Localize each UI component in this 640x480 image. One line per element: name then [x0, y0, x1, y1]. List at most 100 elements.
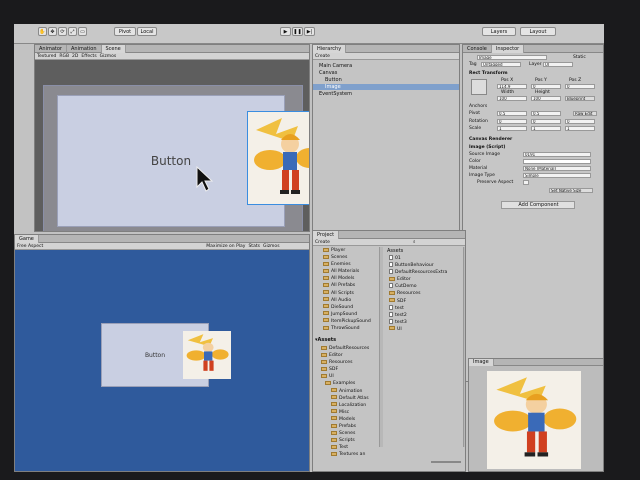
favorite-item[interactable]: All Models	[323, 275, 383, 282]
assets-scrollbar[interactable]	[463, 247, 465, 447]
favorite-item[interactable]: DieSound	[323, 304, 383, 311]
tree-item[interactable]: Textures an	[319, 451, 385, 458]
tree-item[interactable]: Scripts	[319, 437, 385, 444]
favorite-item[interactable]: All Scripts	[323, 290, 383, 297]
pivot-toggle[interactable]: Pivot	[114, 27, 136, 36]
favorite-item[interactable]: JumpSound	[323, 311, 383, 318]
zoom-slider[interactable]	[431, 461, 461, 463]
shading-dropdown[interactable]: Textured	[37, 53, 56, 59]
asset-item[interactable]: test	[389, 304, 463, 312]
hierarchy-item-main-camera[interactable]: Main Camera	[319, 63, 352, 69]
tab-game[interactable]: Game	[15, 235, 39, 243]
tab-console[interactable]: Console	[463, 45, 492, 53]
canvas-renderer-header[interactable]: Canvas Renderer	[469, 137, 512, 142]
preserve-aspect-checkbox[interactable]	[523, 180, 529, 185]
rotate-tool-icon[interactable]: ⟳	[58, 27, 67, 36]
scale-z-field[interactable]: 1	[565, 126, 595, 131]
hand-tool-icon[interactable]: ✋	[38, 27, 47, 36]
tab-project[interactable]: Project	[313, 231, 340, 239]
pause-icon[interactable]: ❚❚	[292, 27, 303, 36]
tree-item[interactable]: Editor	[319, 352, 385, 359]
rect-tool-icon[interactable]: ▭	[78, 27, 87, 36]
tree-item[interactable]: Examples	[319, 380, 385, 387]
2d-toggle[interactable]: 2D	[72, 53, 78, 59]
tree-item[interactable]: Prefabs	[319, 423, 385, 430]
asset-item[interactable]: test3	[389, 318, 463, 326]
rect-transform-header[interactable]: Rect Transform	[469, 71, 508, 76]
image-script-header[interactable]: Image (Script)	[469, 145, 505, 150]
hierarchy-create-button[interactable]: Create	[315, 53, 330, 59]
tree-item[interactable]: Default Atlas	[319, 395, 385, 402]
favorite-item[interactable]: All Materials	[323, 268, 383, 275]
favorite-item[interactable]: ItemPickupSound	[323, 318, 383, 325]
pivot-x-field[interactable]: 0.5	[497, 111, 527, 116]
tree-item[interactable]: SDF	[319, 366, 385, 373]
aspect-dropdown[interactable]: Free Aspect	[17, 243, 43, 249]
tree-item[interactable]: Resources	[319, 359, 385, 366]
asset-item[interactable]: ButtonBehaviour	[389, 262, 463, 269]
rot-y-field[interactable]: 0	[531, 119, 561, 124]
rot-z-field[interactable]: 0	[565, 119, 595, 124]
tab-hierarchy[interactable]: Hierarchy	[313, 45, 347, 53]
tree-item[interactable]: Test	[319, 444, 385, 451]
tree-item[interactable]: Animation	[319, 388, 385, 395]
stats-toggle[interactable]: Stats	[248, 243, 260, 249]
tab-scene[interactable]: Scene	[101, 45, 126, 53]
tag-dropdown[interactable]: Untagged	[481, 62, 521, 67]
step-icon[interactable]: ▶|	[304, 27, 315, 36]
favorite-item[interactable]: Enemies	[323, 261, 383, 268]
tree-item[interactable]: Models	[319, 416, 385, 423]
effects-dropdown[interactable]: Effects	[81, 53, 96, 59]
asset-item[interactable]: CutDemo	[389, 283, 463, 290]
tab-inspector[interactable]: Inspector	[491, 45, 525, 53]
tree-item[interactable]: Localization	[319, 402, 385, 409]
pos-y-field[interactable]: 0	[531, 84, 561, 89]
asset-item[interactable]: SDF	[389, 298, 463, 305]
play-icon[interactable]: ▶	[280, 27, 291, 36]
pivot-y-field[interactable]: 0.5	[531, 111, 561, 116]
material-field[interactable]: None (Material)	[523, 166, 591, 171]
layer-dropdown[interactable]: UI	[543, 62, 573, 67]
image-type-dropdown[interactable]: Simple	[523, 173, 591, 178]
object-name-field[interactable]: Image	[477, 55, 547, 60]
color-swatch[interactable]	[523, 159, 591, 164]
tree-item[interactable]: UI	[319, 373, 385, 380]
hierarchy-item-button[interactable]: Button	[325, 77, 342, 83]
favorite-item[interactable]: All Prefabs	[323, 282, 383, 289]
tree-item[interactable]: Scenes	[319, 430, 385, 437]
asset-item[interactable]: UI	[389, 326, 463, 333]
source-image-field[interactable]: 0191	[523, 152, 591, 157]
tree-scrollbar[interactable]	[379, 247, 383, 447]
asset-item[interactable]: DefaultResourcesExtra	[389, 269, 463, 276]
tab-animation[interactable]: Animation	[67, 45, 102, 53]
local-toggle[interactable]: Local	[137, 27, 157, 36]
pos-z-field[interactable]: 0	[565, 84, 595, 89]
hierarchy-item-eventsystem[interactable]: EventSystem	[319, 91, 352, 97]
gizmos-dropdown[interactable]: Gizmos	[100, 53, 117, 59]
rot-x-field[interactable]: 0	[497, 119, 527, 124]
width-field[interactable]: 100	[497, 96, 527, 101]
height-field[interactable]: 100	[531, 96, 561, 101]
scale-y-field[interactable]: 1	[531, 126, 561, 131]
project-search-icon[interactable]: ⌕	[413, 239, 416, 245]
blueprint-button[interactable]: Blueprint	[565, 96, 595, 101]
layout-dropdown[interactable]: Layout	[520, 27, 556, 36]
scale-x-field[interactable]: 1	[497, 126, 527, 131]
static-toggle[interactable]: Static	[573, 55, 586, 60]
asset-item[interactable]: test2	[389, 311, 463, 319]
favorite-item[interactable]: All Audio	[323, 297, 383, 304]
tab-preview[interactable]: Image	[469, 359, 494, 366]
anchor-preset-icon[interactable]	[471, 79, 487, 95]
pos-x-field[interactable]: 114.9	[497, 84, 527, 89]
set-native-size-button[interactable]: Set Native Size	[549, 188, 593, 193]
tab-animator[interactable]: Animator	[35, 45, 67, 53]
move-tool-icon[interactable]: ✥	[48, 27, 57, 36]
tree-item[interactable]: Misc	[319, 409, 385, 416]
maximize-on-play-toggle[interactable]: Maximize on Play	[206, 243, 245, 249]
scale-tool-icon[interactable]: ⤢	[68, 27, 77, 36]
asset-item[interactable]: Editor	[389, 276, 463, 283]
assets-root[interactable]: ▾Assets	[315, 337, 336, 343]
raw-edit-button[interactable]: Raw Edit	[573, 111, 597, 116]
tree-item[interactable]: DefaultResources	[319, 345, 385, 352]
hierarchy-item-image[interactable]: Image	[313, 84, 459, 90]
